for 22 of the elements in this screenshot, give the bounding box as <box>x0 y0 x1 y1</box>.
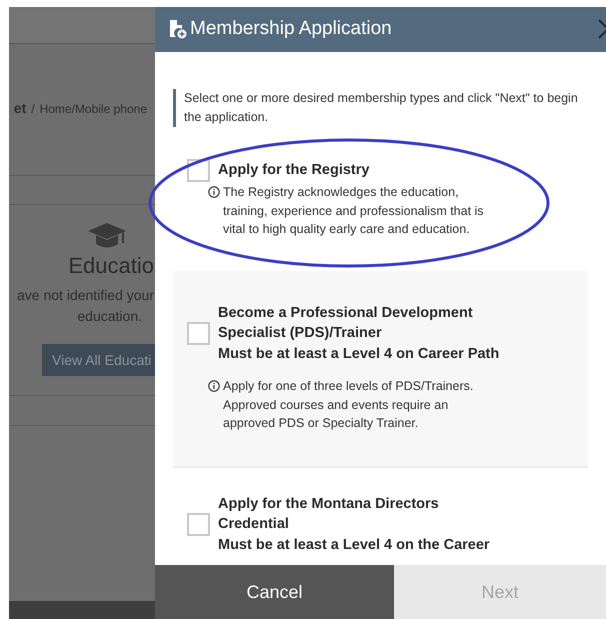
option-title: Apply for the Registry <box>218 161 370 180</box>
checkbox[interactable] <box>187 512 210 536</box>
info-icon <box>208 380 220 392</box>
close-icon[interactable] <box>598 18 606 40</box>
breadcrumb-text: et <box>14 99 26 118</box>
option-description: Apply for one of three levels of PDS/Trainers. Approved courses and events require an approved PDS or Specialty Trainer. <box>223 378 474 432</box>
breadcrumb-text: Home/Mobile phone <box>40 101 147 118</box>
breadcrumb-text: / <box>31 101 35 118</box>
option-title: Apply for the Montana Directors Credential <box>218 494 440 534</box>
modal-title: Membership Application <box>190 17 392 42</box>
document-plus-icon <box>168 20 187 39</box>
option-description: The Registry acknowledges the education, training, experience and professionalism that is vital to high quality early care and education. <box>223 184 485 238</box>
cancel-button[interactable]: Cancel <box>155 565 394 619</box>
instruction-text: Select one or more desired membership types and click "Next" to begin the application. <box>184 90 579 126</box>
requirement-text: Must be at least a Level 4 on Career Path <box>218 344 500 364</box>
empty-state-message: ave not identified your education. <box>17 286 154 326</box>
requirement-text: Must be at least a Level 4 on the Career <box>218 536 491 554</box>
section-title: Educatio <box>68 252 154 280</box>
option-title: Become a Professional Development Specialist (PDS)/Trainer <box>218 304 474 343</box>
checkbox[interactable] <box>187 322 210 345</box>
view-all-button[interactable]: View All Educati <box>42 344 155 376</box>
info-icon <box>208 186 220 198</box>
